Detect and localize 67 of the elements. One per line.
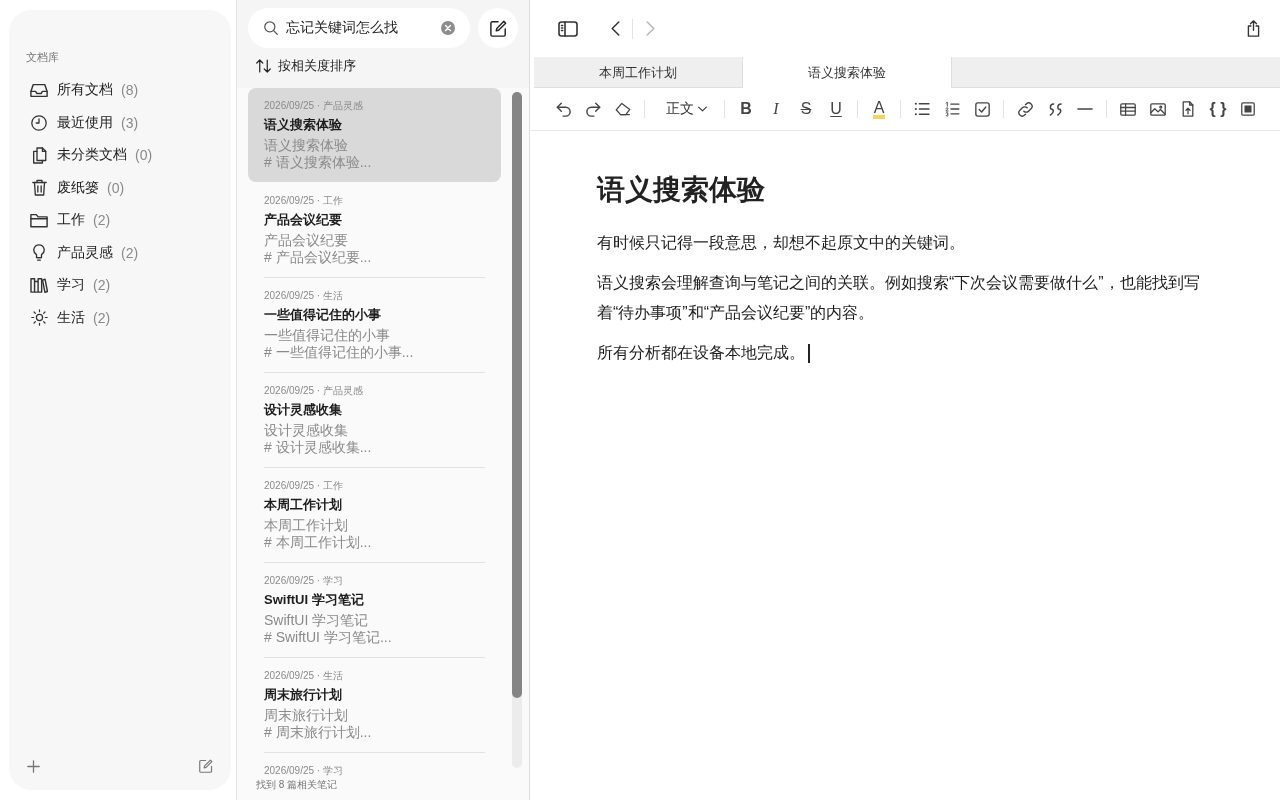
bulleted-list-icon	[914, 102, 930, 116]
note-item[interactable]: 2026/09/25 · 产品灵感 语义搜索体验 语义搜索体验 # 语义搜索体验...	[248, 88, 501, 182]
underline-button[interactable]: U	[821, 94, 851, 124]
bold-button[interactable]: B	[731, 94, 761, 124]
image-icon	[1150, 102, 1166, 116]
note-item[interactable]: 2026/09/25 · 学习 SwiftUI 学习笔记 SwiftUI 学习笔记 # SwiftUI 学习笔记...	[248, 563, 501, 657]
sidebar-icon	[558, 20, 578, 37]
note-item[interactable]: 2026/09/25 · 生活 一些值得记住的小事 一些值得记住的小事 # 一些值得记住的小事...	[248, 278, 501, 372]
plus-icon	[26, 759, 40, 773]
sidebar-item[interactable]: 学习 (2)	[20, 269, 220, 302]
text-style-dropdown[interactable]: 正文	[651, 94, 718, 124]
chevron-left-icon	[610, 21, 620, 36]
horizontal-rule-icon	[1077, 108, 1093, 110]
note-item[interactable]: 2026/09/25 · 工作 产品会议纪要 产品会议纪要 # 产品会议纪要...	[248, 183, 501, 277]
paragraph: 有时候只记得一段意思，却想不起原文中的关键词。	[597, 233, 966, 253]
note-item[interactable]: 2026/09/25 · 产品灵感 设计灵感收集 设计灵感收集 # 设计灵感收集...	[248, 373, 501, 467]
redo-icon	[585, 101, 601, 117]
square-icon	[1241, 102, 1255, 116]
sidebar-item[interactable]: 所有文档 (8)	[20, 74, 220, 107]
lightbulb-icon	[33, 244, 45, 262]
sidebar-item[interactable]: 工作 (2)	[20, 204, 220, 237]
sun-icon	[30, 309, 48, 327]
compose-icon	[489, 19, 507, 37]
highlight-button[interactable]: A	[864, 94, 894, 124]
clear-icon	[441, 21, 455, 35]
compose-icon	[199, 759, 213, 773]
note-item[interactable]: 2026/09/25 · 工作 本周工作计划 本周工作计划 # 本周工作计划...	[248, 468, 501, 562]
books-icon	[30, 277, 48, 294]
link-icon	[1017, 101, 1033, 117]
chevron-right-icon	[645, 21, 655, 36]
paragraph: 所有分析都在设备本地完成。	[597, 343, 805, 363]
checkbox-icon	[974, 101, 990, 117]
undo-icon	[555, 101, 571, 117]
document-title: 语义搜索体验	[597, 173, 766, 207]
strikethrough-button[interactable]: S	[791, 94, 821, 124]
sidebar-item[interactable]: 废纸篓 (0)	[20, 171, 220, 204]
numbered-list-icon	[944, 101, 960, 117]
sidebar-item[interactable]: 最近使用 (3)	[20, 106, 220, 139]
sort-button[interactable]: 按相关度排序	[256, 57, 356, 75]
quote-icon	[1047, 102, 1063, 116]
chevron-down-icon	[698, 106, 707, 112]
documents-icon	[31, 146, 47, 164]
sidebar-item[interactable]: 生活 (2)	[20, 301, 220, 334]
folder-icon	[30, 212, 48, 228]
result-count: 找到 8 篇相关笔记	[255, 778, 339, 792]
clock-icon	[31, 114, 47, 131]
text-cursor	[808, 343, 810, 363]
trash-icon	[31, 179, 47, 197]
document-tab[interactable]: 语义搜索体验	[743, 57, 952, 88]
search-field[interactable]: 忘记关键词怎么找	[248, 8, 470, 48]
paragraph: 语义搜索会理解查询与笔记之间的关联。例如搜索“下次会议需要做什么”，也能找到写着“待办事项”和“产品会议纪要”的内容。	[597, 273, 1201, 323]
compose-button[interactable]	[478, 8, 518, 48]
section-label: 文档库	[25, 50, 59, 64]
tray-icon	[30, 82, 48, 98]
clear-search-button[interactable]	[441, 21, 455, 35]
note-item[interactable]: 2026/09/25 · 学习	[248, 753, 501, 777]
italic-button[interactable]: I	[761, 94, 791, 124]
share-icon	[1246, 20, 1260, 37]
table-icon	[1120, 102, 1136, 116]
search-icon	[264, 21, 278, 35]
sidebar-item[interactable]: 产品灵感 (2)	[20, 236, 220, 269]
file-upload-icon	[1182, 101, 1194, 117]
sidebar-item[interactable]: 未分类文档 (0)	[20, 139, 220, 172]
note-item[interactable]: 2026/09/25 · 生活 周末旅行计划 周末旅行计划 # 周末旅行计划...	[248, 658, 501, 752]
eraser-icon	[615, 102, 631, 116]
sort-icon	[256, 59, 271, 73]
code-block-button[interactable]: { }	[1203, 94, 1233, 124]
